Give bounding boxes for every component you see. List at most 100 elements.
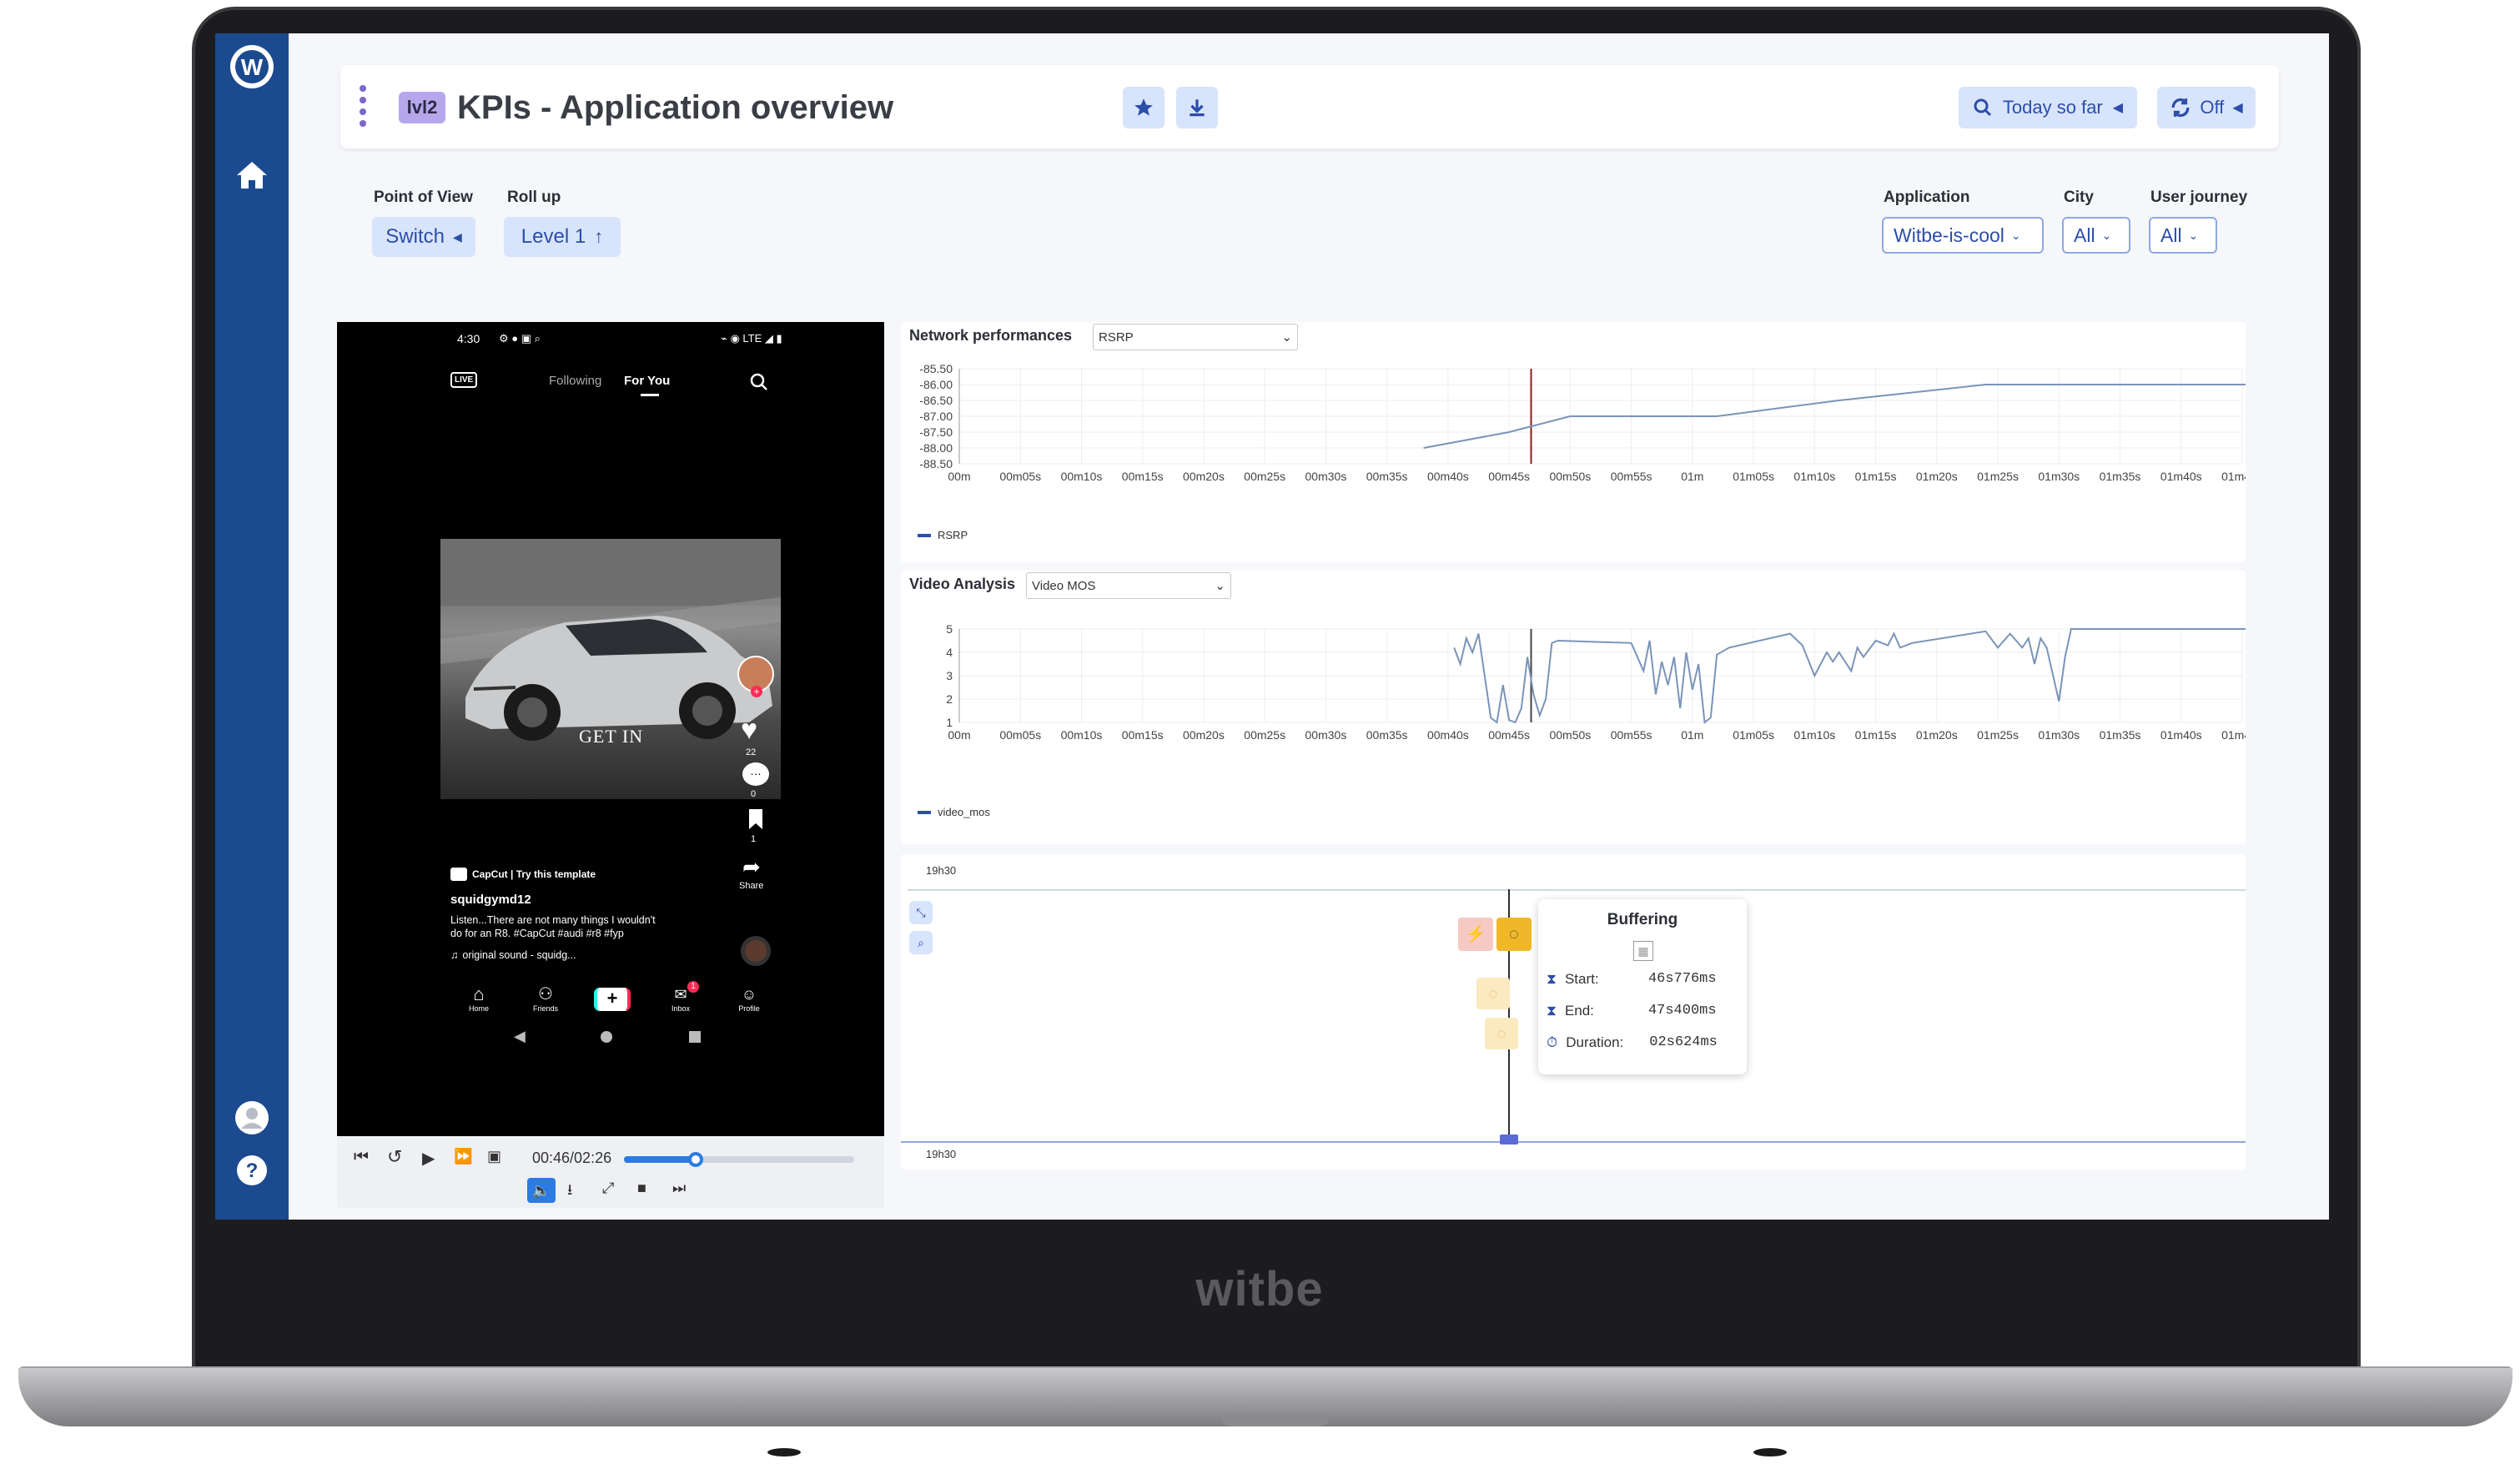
x-tick-label: 00m25s (1244, 470, 1285, 483)
expand-icon[interactable]: ⤡ (909, 901, 933, 924)
tooltip-duration-label: Duration: (1566, 1034, 1624, 1050)
stop-icon[interactable]: ■ (637, 1180, 646, 1197)
tab-underline (641, 394, 659, 396)
comment-icon: … (742, 762, 769, 786)
buffering-event-icon[interactable]: ◌ (1485, 1018, 1518, 1049)
application-label: Application (1884, 189, 1970, 206)
favorite-button[interactable] (1123, 87, 1164, 128)
friends-icon: ⚇ (538, 985, 553, 1004)
phone-signal-icons: ⌁ ◉ LTE ◢ ▮ (721, 332, 782, 345)
tooltip-start-value: 46s776ms (1647, 971, 1717, 987)
buffering-event-icon[interactable]: ◌ (1476, 978, 1510, 1009)
caret-left-icon: ◀ (452, 229, 462, 244)
dashboard-header: lvl2 KPIs - Application overview Today s… (340, 65, 2279, 148)
x-tick-label: 01m40s (2160, 470, 2202, 483)
error-event-icon[interactable]: ⚡ (1458, 918, 1493, 951)
tooltip-duration-row: ⏱ Duration: 02s624ms (1547, 1034, 1718, 1051)
roll-up-value: Level 1 (521, 225, 586, 248)
x-tick-label: 01m35s (2100, 470, 2141, 483)
skip-start-icon[interactable]: ⏮ (354, 1148, 369, 1167)
volume-icon[interactable]: 🔈 (527, 1178, 556, 1203)
nav-inbox-label: Inbox (671, 1004, 691, 1013)
nav-profile: ☺ Profile (732, 984, 766, 1013)
zoom-icon[interactable]: ⌕ (909, 931, 933, 954)
timeline-top-axis (908, 889, 2246, 891)
user-journey-select[interactable]: All ⌄ (2149, 217, 2217, 254)
legend-swatch (918, 810, 931, 814)
play-icon[interactable]: ▶ (422, 1148, 435, 1169)
playback-progress-track[interactable] (624, 1152, 854, 1167)
playback-progress-knob[interactable] (687, 1152, 703, 1167)
download-icon (1190, 99, 1205, 117)
app-screen: W ? lvl2 KPIs - Application overview Tod… (215, 33, 2329, 1220)
sound-name: original sound - squidg... (462, 949, 576, 961)
x-tick-label: 01m15s (1855, 470, 1897, 483)
witbe-logo-icon[interactable]: W (227, 42, 277, 92)
city-select[interactable]: All ⌄ (2062, 217, 2130, 254)
arrow-up-icon: ↑ (594, 226, 604, 247)
y-tick-label: -86.50 (919, 394, 953, 407)
application-select[interactable]: Witbe-is-cool ⌄ (1882, 217, 2044, 254)
timeline-cursor-handle[interactable] (1500, 1134, 1518, 1145)
device-video-stream[interactable]: 4:30 ⚙ ● ▣ ⌕ ⌁ ◉ LTE ◢ ▮ LIVE Following … (337, 322, 884, 1136)
drag-handle-icon[interactable] (359, 83, 367, 130)
level-badge: lvl2 (399, 92, 445, 123)
screenshot-thumbnail-icon[interactable]: ▦ (1633, 941, 1653, 961)
city-label: City (2064, 189, 2094, 206)
zoom-search-icon (1974, 98, 1991, 117)
x-tick-label: 00m20s (1183, 728, 1225, 742)
playback-progress-fill (624, 1156, 696, 1163)
create-plus-icon: + (594, 988, 631, 1011)
point-of-view-value: Switch (385, 225, 445, 248)
tooltip-end-row: ⧗ End: 47s400ms (1547, 1003, 1717, 1019)
username: squidgymd12 (450, 893, 531, 907)
network-metric-select[interactable]: RSRP ⌄ (1093, 324, 1298, 350)
home-icon[interactable] (227, 150, 277, 200)
speed-icon[interactable]: ⏩ (454, 1148, 472, 1165)
like-count: 22 (746, 747, 757, 757)
x-tick-label: 00m35s (1366, 470, 1408, 483)
playback-time: 00:46/02:26 (532, 1150, 612, 1166)
video-thumbnail-car: GET IN (440, 539, 781, 799)
download-button[interactable] (1176, 87, 1218, 128)
x-tick-label: 01m30s (2038, 728, 2080, 742)
download-icon[interactable]: ⭳ (567, 1180, 572, 1205)
screenshot-icon[interactable]: ▣ (487, 1148, 501, 1165)
help-icon[interactable]: ? (227, 1145, 277, 1195)
roll-up-label: Roll up (507, 189, 561, 206)
network-metric-value: RSRP (1099, 330, 1134, 345)
y-tick-label: 1 (946, 716, 953, 729)
timeline-bottom-label: 19h30 (926, 1148, 957, 1160)
event-tooltip: Buffering ▦ ⧗ Start: 46s776ms ⧗ End: 47s… (1538, 899, 1747, 1074)
sound-disc-icon (741, 936, 771, 966)
phone-status-time: 4:30 (457, 332, 480, 345)
roll-up-button[interactable]: Level 1 ↑ (504, 217, 621, 257)
x-tick-label: 01m15s (1855, 728, 1897, 742)
user-avatar-icon[interactable] (227, 1093, 277, 1143)
svg-text:?: ? (246, 1160, 259, 1182)
x-tick-label: 00m05s (999, 728, 1041, 742)
video-legend-label: video_mos (938, 806, 990, 818)
y-tick-label: -88.50 (919, 457, 953, 470)
tooltip-title: Buffering (1607, 911, 1678, 928)
fullscreen-icon[interactable]: ⤢ (602, 1180, 614, 1197)
y-tick-label: -87.50 (919, 425, 953, 439)
x-tick-label: 00m40s (1427, 728, 1469, 742)
laptop-foot (1753, 1448, 1787, 1456)
rewind-icon[interactable]: ↺ (387, 1146, 402, 1168)
x-tick-label: 00m15s (1122, 728, 1164, 742)
x-tick-label: 00m30s (1305, 470, 1347, 483)
buffering-event-icon[interactable]: ◌ (1496, 918, 1532, 951)
x-tick-label: 01m45s (2221, 728, 2246, 742)
auto-refresh-button[interactable]: Off ◀ (2157, 87, 2256, 128)
tooltip-duration-value: 02s624ms (1649, 1034, 1718, 1050)
inbox-badge: 1 (687, 981, 699, 993)
point-of-view-button[interactable]: Switch ◀ (372, 217, 475, 257)
skip-end-icon[interactable]: ⏭ (672, 1180, 686, 1197)
date-range-button[interactable]: Today so far ◀ (1959, 87, 2137, 128)
tooltip-start-row: ⧗ Start: 46s776ms (1547, 971, 1717, 988)
comment-count: 0 (751, 789, 757, 799)
video-analysis-panel: Video Analysis Video MOS ⌄ 00m 00m05s 00m1… (901, 571, 2246, 844)
video-metric-select[interactable]: Video MOS ⌄ (1026, 572, 1231, 599)
x-tick-label: 01m25s (1977, 470, 2019, 483)
